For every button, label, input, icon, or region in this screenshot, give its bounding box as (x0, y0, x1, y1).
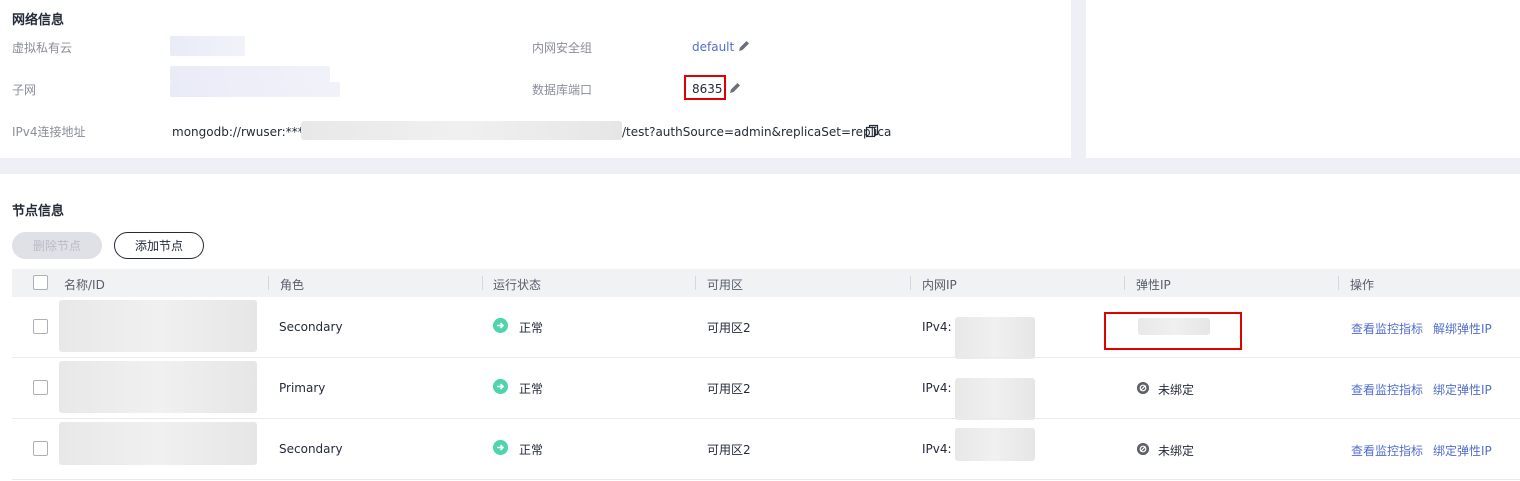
status-ok-icon (493, 440, 508, 455)
ipv4-label: IPv4连接地址 (12, 125, 86, 139)
network-info-card: 网络信息 虚拟私有云 子网 IPv4连接地址 mongodb://rwuser:… (0, 0, 1071, 158)
node-az: 可用区2 (707, 382, 751, 396)
node-info-title: 节点信息 (12, 204, 65, 219)
eip-unbound-text: 未绑定 (1158, 444, 1195, 458)
copy-icon[interactable] (865, 124, 879, 138)
node-role: Secondary (279, 442, 343, 456)
node-status: 正常 (519, 321, 544, 335)
vpc-value-redacted (170, 36, 245, 56)
eip-unbound-text: 未绑定 (1158, 383, 1195, 397)
unbind-eip-link[interactable]: 解绑弹性IP (1433, 320, 1492, 337)
bind-eip-link[interactable]: 绑定弹性IP (1433, 442, 1492, 459)
side-panel-card (1086, 0, 1520, 158)
status-ok-icon (493, 379, 508, 394)
ipv4-suffix: /test?authSource=admin&replicaSet=replic… (622, 125, 892, 139)
col-status: 运行状态 (493, 278, 542, 292)
select-all-checkbox[interactable] (33, 275, 48, 290)
unbound-icon (1137, 443, 1149, 455)
network-info-title: 网络信息 (12, 13, 65, 28)
row-checkbox[interactable] (33, 380, 48, 395)
row-checkbox[interactable] (33, 441, 48, 456)
node-role: Primary (279, 381, 326, 395)
view-metrics-link[interactable]: 查看监控指标 (1351, 320, 1423, 337)
view-metrics-link[interactable]: 查看监控指标 (1351, 442, 1423, 459)
node-az: 可用区2 (707, 321, 751, 335)
eip-redacted (1138, 318, 1210, 335)
col-az: 可用区 (707, 278, 744, 292)
status-ok-icon (493, 318, 508, 333)
subnet-value-redacted-2 (170, 82, 340, 97)
node-ip-prefix: IPv4: (922, 381, 952, 395)
node-name-redacted (59, 300, 257, 352)
unbound-icon (1137, 382, 1149, 394)
col-role: 角色 (280, 278, 305, 292)
delete-node-button: 删除节点 (12, 232, 102, 259)
ipv4-host-redacted (301, 121, 622, 140)
add-node-button[interactable]: 添加节点 (114, 232, 204, 259)
node-status: 正常 (519, 382, 544, 396)
node-az: 可用区2 (707, 443, 751, 457)
vpc-label: 虚拟私有云 (12, 41, 73, 55)
node-ip-redacted (955, 317, 1035, 359)
col-private-ip: 内网IP (922, 278, 957, 292)
edit-security-group-icon[interactable] (737, 39, 751, 53)
db-port-value: 8635 (692, 82, 723, 96)
col-name: 名称/ID (64, 278, 105, 292)
view-metrics-link[interactable]: 查看监控指标 (1351, 381, 1423, 398)
table-header: 名称/ID 角色 运行状态 可用区 内网IP 弹性IP 操作 (12, 269, 1520, 297)
subnet-value-redacted-1 (170, 66, 330, 82)
node-name-redacted (59, 361, 257, 413)
col-eip: 弹性IP (1136, 278, 1171, 292)
bind-eip-link[interactable]: 绑定弹性IP (1433, 381, 1492, 398)
node-status: 正常 (519, 443, 544, 457)
node-role: Secondary (279, 320, 343, 334)
node-ip-redacted (955, 378, 1035, 420)
node-ip-redacted (955, 428, 1035, 461)
node-name-redacted (59, 422, 257, 465)
subnet-label: 子网 (12, 83, 37, 97)
row-checkbox[interactable] (33, 319, 48, 334)
col-actions: 操作 (1350, 278, 1375, 292)
edit-port-icon[interactable] (728, 81, 742, 95)
node-ip-prefix: IPv4: (922, 442, 952, 456)
db-port-label: 数据库端口 (532, 83, 593, 97)
security-group-link[interactable]: default (692, 40, 734, 54)
security-group-label: 内网安全组 (532, 41, 593, 55)
ipv4-prefix: mongodb://rwuser:****@ (172, 125, 322, 139)
node-ip-prefix: IPv4: (922, 320, 952, 334)
